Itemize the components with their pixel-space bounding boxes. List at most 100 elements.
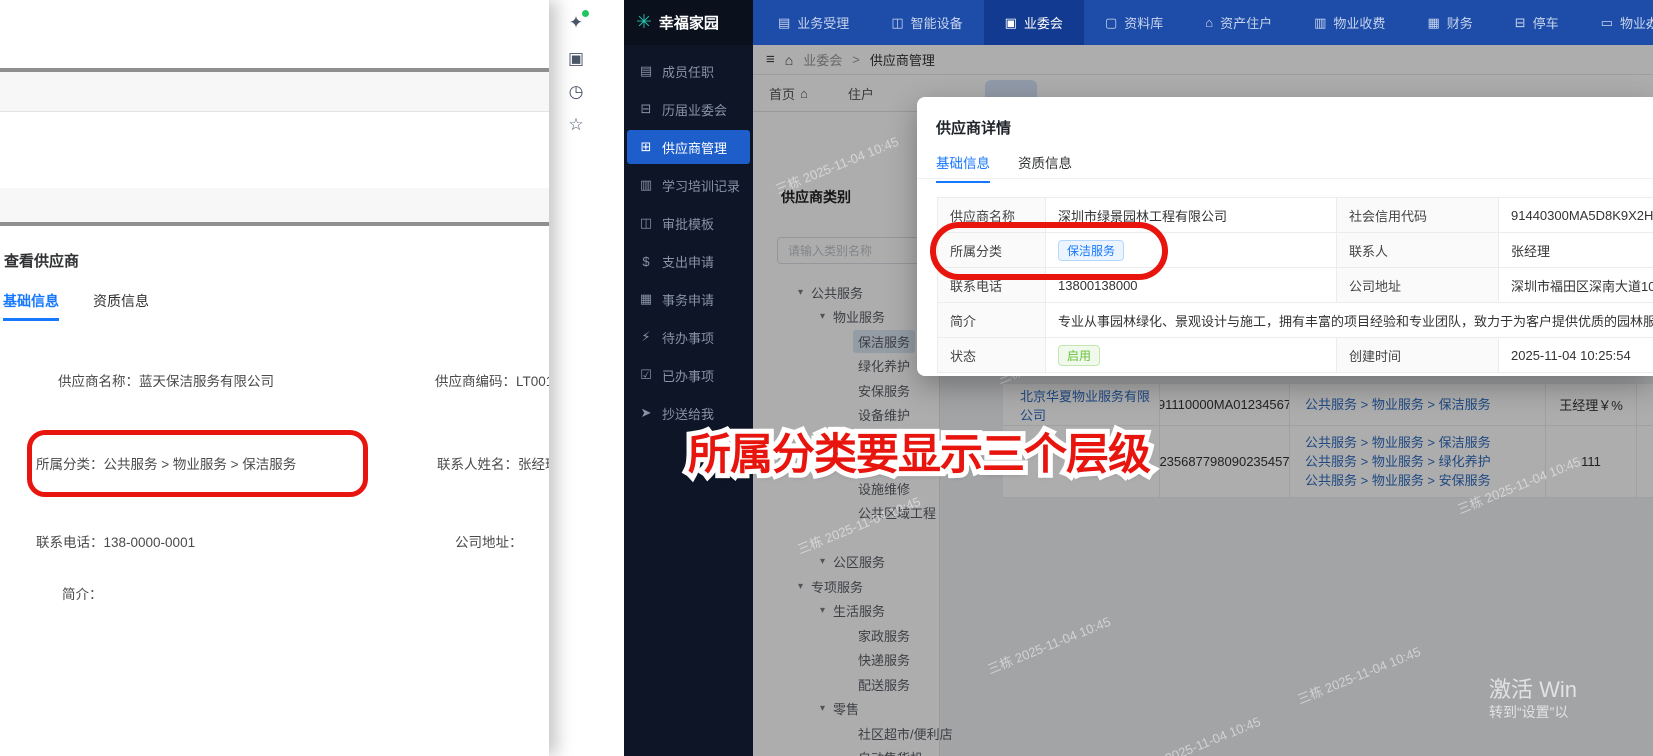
sidebar-item-icon: ▥ [639,177,653,192]
top-nav-item[interactable]: ▤ 业务受理 [757,0,870,45]
sidebar-item-icon: ◫ [639,215,653,230]
top-nav-item-label: 智能设备 [910,16,963,31]
tab-basic-info[interactable]: 基础信息 [3,291,59,321]
detail-status-label: 状态 [938,338,1046,373]
sidebar-item[interactable]: ➤ 抄送给我 [624,394,753,432]
detail-category-label: 所属分类 [938,233,1046,268]
flower-logo-icon: ✳ [636,12,652,33]
supplier-code-label: 供应商编码： [435,374,516,389]
top-nav-item[interactable]: ⊟ 停车 [1494,0,1580,45]
top-nav-item[interactable]: ▣ 业委会 [983,0,1084,45]
history-clock-glyph: ◷ [568,82,584,101]
screen-share-glyph: ▣ [567,49,585,68]
app-title: 幸福家园 [658,15,719,32]
supplier-name-field: 供应商名称：蓝天保洁服务有限公司 [58,370,274,390]
history-clock-icon[interactable]: ◷ [565,81,587,103]
sidebar-item-label: 已办事项 [662,368,715,384]
windows-activation-line2: 转到“设置”以 [1489,704,1569,720]
sidebar-item[interactable]: $ 支出申请 [624,242,753,280]
top-nav-item-label: 资产住户 [1220,16,1273,31]
detail-contact-label: 联系人 [1337,233,1499,268]
supplier-code-field: 供应商编码：LT001 [435,370,549,390]
sidebar-item-icon: ▦ [639,291,653,306]
ai-sparkle-icon[interactable]: ✦ [565,10,589,34]
toolbar-band [0,72,549,112]
detail-phone-value: 13800138000 [1046,268,1337,303]
sidebar-item[interactable]: ◫ 审批模板 [624,204,753,242]
sidebar-item-icon: ⊞ [640,139,652,154]
bookmark-star-glyph: ☆ [568,115,584,134]
top-nav-item-label: 资料库 [1124,16,1164,31]
sidebar-item-icon: $ [642,253,650,269]
top-nav-item-label: 业务受理 [797,16,850,31]
top-nav-item-icon: ▢ [1104,14,1118,30]
sidebar-item-icon: ▤ [639,63,653,78]
supplier-code-value: LT001 [516,374,549,389]
tab-qualification-info[interactable]: 资质信息 [93,291,149,321]
contact-name-label: 联系人姓名： [437,457,518,472]
ai-sparkle-glyph: ✦ [568,13,584,32]
detail-status-value: 启用 [1046,338,1337,373]
status-tag: 启用 [1058,344,1101,366]
detail-intro-label: 简介 [938,303,1046,338]
windows-activation-line1: 激活 Win [1489,677,1578,702]
category-value: 公共服务 > 物业服务 > 保洁服务 [103,457,297,472]
top-nav-item[interactable]: ▢ 资料库 [1084,0,1184,45]
top-nav-item-label: 物业收费 [1333,16,1386,31]
sidebar-item-label: 学习培训记录 [662,178,741,194]
sidebar-item-icon: ⊟ [640,101,652,116]
screen-share-icon[interactable]: ▣ [565,48,587,70]
phone-field: 联系电话：138-0000-0001 [36,531,195,551]
category-tag: 保洁服务 [1058,239,1125,261]
sidebar-item[interactable]: ▥ 学习培训记录 [624,166,753,204]
detail-phone-label: 联系电话 [938,268,1046,303]
address-label: 公司地址： [455,535,523,550]
detail-category-value: 保洁服务 [1046,233,1337,268]
detail-name-label: 供应商名称 [938,198,1046,233]
divider [0,222,549,226]
sidebar-item[interactable]: ⊟ 历届业委会 [624,90,753,128]
speaker-icon[interactable]: ◁ [1645,14,1653,32]
top-nav-item-icon: ▣ [1004,14,1017,30]
sidebar-item-label: 历届业委会 [662,102,728,118]
sidebar-item[interactable]: ☑ 已办事项 [624,356,753,394]
detail-credit-value: 91440300MA5D8K9X2H [1499,198,1653,233]
view-supplier-tabs: 基础信息 资质信息 [3,291,149,321]
top-nav-item[interactable]: ◫ 智能设备 [870,0,983,45]
sidebar-item[interactable]: ⚡ 待办事项 [624,318,753,356]
top-nav-item[interactable]: ▭物业办公 [1580,0,1653,45]
bookmark-star-icon[interactable]: ☆ [565,114,587,136]
detail-address-value: 深圳市福田区深南大道100 [1499,268,1653,303]
detail-created-value: 2025-11-04 10:25:54 [1499,338,1653,373]
detail-intro-value: 专业从事园林绿化、景观设计与施工，拥有丰富的项目经验和专业团队，致力于为客户提供… [1046,303,1653,338]
view-supplier-title: 查看供应商 [4,253,80,270]
app-logo: ✳ 幸福家园 [624,0,753,45]
background-window-view-supplier: 查看供应商 基础信息 资质信息 供应商名称：蓝天保洁服务有限公司 供应商编码：L… [0,0,549,756]
intro-field: 简介： [62,583,103,603]
top-nav-item[interactable]: ⌂ 资产住户 [1184,0,1293,45]
contact-name-field: 联系人姓名：张经理 [437,453,549,473]
sidebar-item-label: 支出申请 [662,254,715,270]
category-label: 所属分类： [36,457,104,472]
sidebar-item[interactable]: ▤ 成员任职 [624,52,753,90]
sidebar-item-label: 成员任职 [662,64,715,80]
supplier-name-value: 蓝天保洁服务有限公司 [139,374,274,389]
top-nav-item[interactable]: ▦ 财务 [1406,0,1493,45]
sidebar-menu: ▤ 成员任职 ⊟ 历届业委会 ⊞ 供应商管理 ▥ 学习培训记录 ◫ 审批模板 $ 支出申请 ▦ 事务申请 ⚡… [624,45,753,432]
sidebar-item[interactable]: ▦ 事务申请 [624,280,753,318]
phone-label: 联系电话： [36,535,104,550]
sidebar-item-label: 供应商管理 [662,140,728,156]
browser-extension-strip: ✦ ▣ ◷ ☆ [549,0,624,756]
detail-address-label: 公司地址 [1337,268,1499,303]
top-nav-item-label: 财务 [1446,16,1473,31]
top-nav-item[interactable]: ▥ 物业收费 [1293,0,1406,45]
top-nav-item-icon: ▥ [1314,14,1327,30]
supplier-detail-modal: 供应商详情 基础信息 资质信息 供应商名称 深圳市绿景园林工程有限公司 社会信用… [917,97,1653,376]
sidebar-item[interactable]: ⊞ 供应商管理 [627,130,750,164]
sidebar-item-label: 审批模板 [662,216,715,232]
detail-credit-label: 社会信用代码 [1337,198,1499,233]
divider [917,178,1653,179]
intro-label: 简介： [62,587,103,602]
top-nav-item-icon: ⊟ [1514,14,1526,30]
sidebar-item-label: 待办事项 [662,330,715,346]
